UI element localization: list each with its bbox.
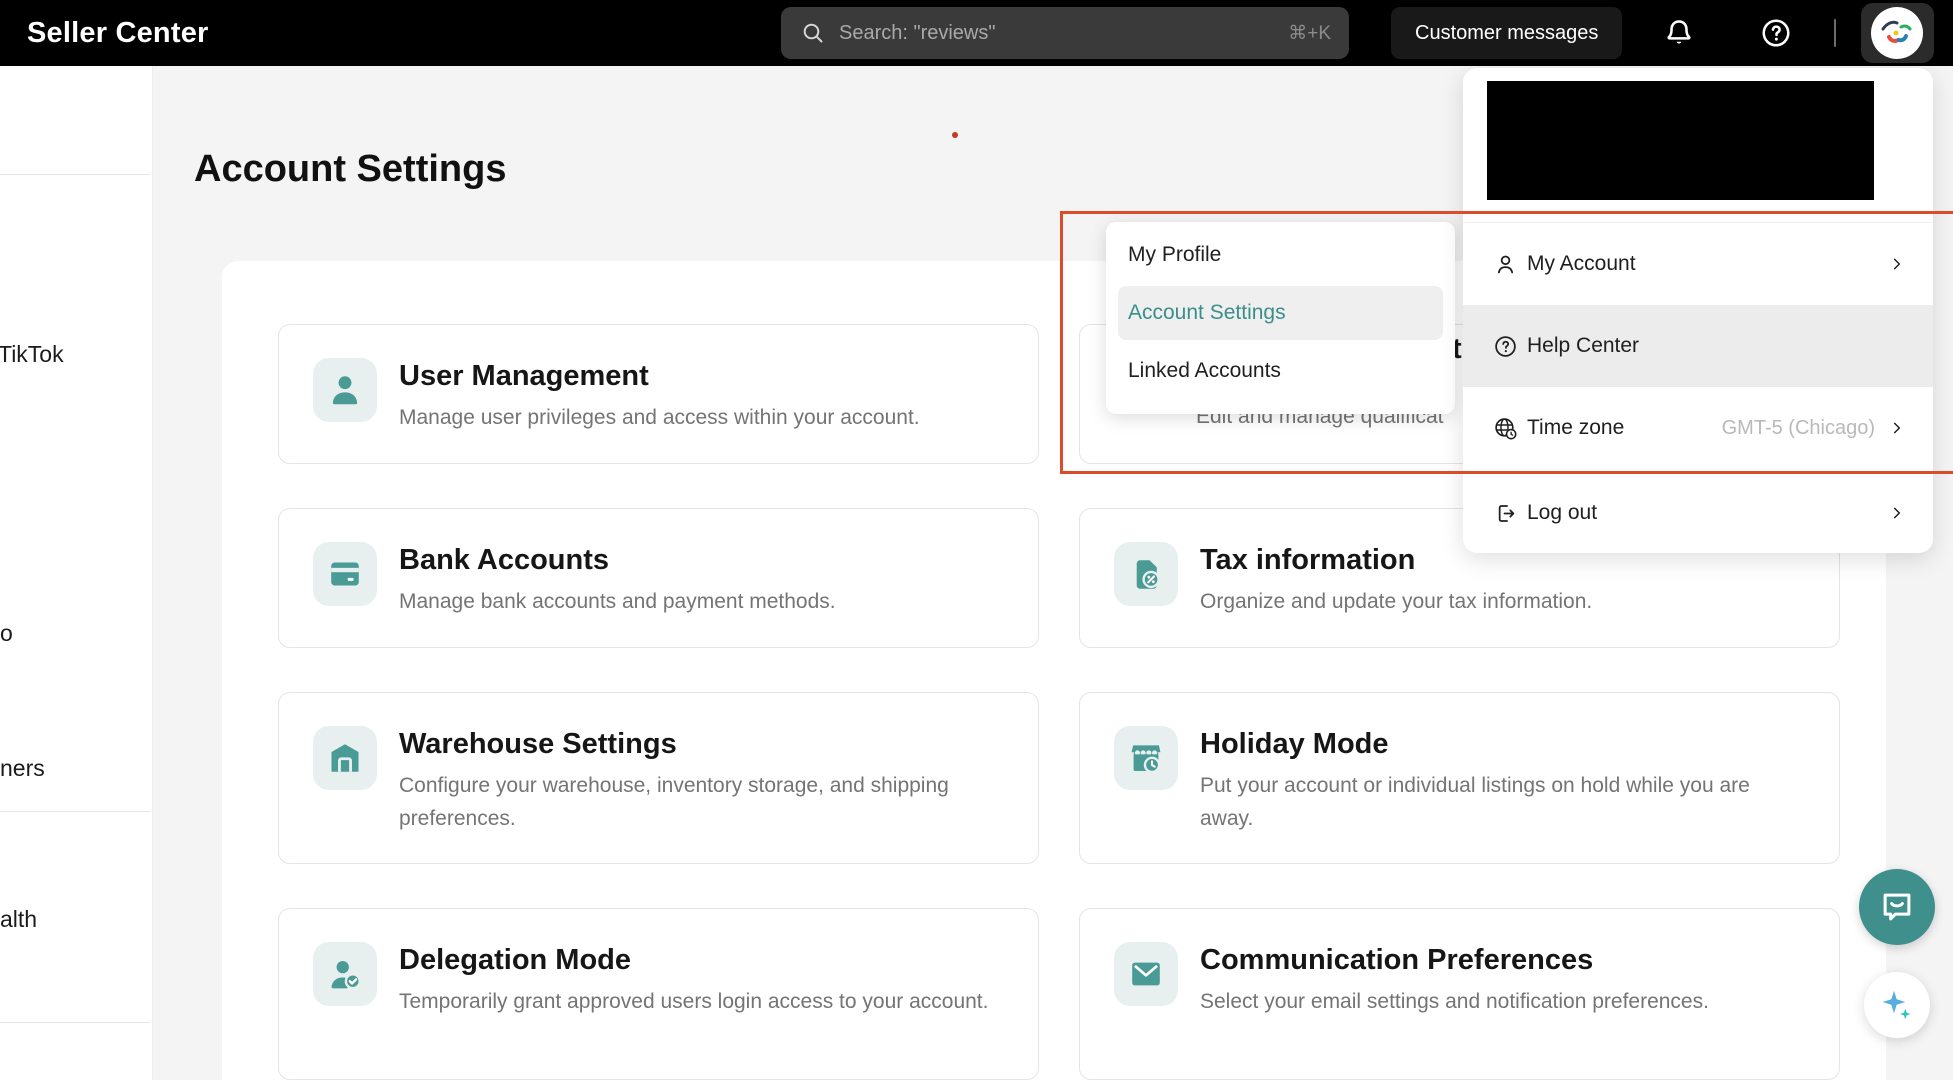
card-description: Manage bank accounts and payment methods… [399,590,836,613]
chevron-right-icon [1889,256,1905,272]
card-description: Configure your warehouse, inventory stor… [399,774,949,830]
search-placeholder: Search: "reviews" [839,21,996,44]
tax-information-icon [1114,542,1178,606]
logout-icon [1492,500,1518,526]
card-title: Bank Accounts [399,544,610,576]
redacted-account-info [1487,81,1874,200]
sidebar-item-partners[interactable]: ners [0,755,45,782]
search-input[interactable]: Search: "reviews" ⌘+K [781,7,1349,59]
card-user-management[interactable]: User Management Manage user privileges a… [278,324,1039,464]
page-title: Account Settings [194,148,507,190]
help-button[interactable] [1759,16,1793,50]
profile-avatar-button[interactable] [1861,3,1934,63]
card-holiday-mode[interactable]: Holiday Mode Put your account or individ… [1079,692,1840,864]
card-communication-preferences[interactable]: Communication Preferences Select your em… [1079,908,1840,1080]
ai-assistant-button[interactable] [1864,972,1930,1038]
holiday-mode-icon [1114,726,1178,790]
account-menu-panel: My Account Help Center Time zone GMT-5 (… [1463,68,1933,553]
menu-label: Help Center [1527,334,1640,357]
card-description: Select your email settings and notificat… [1200,990,1709,1013]
menu-label: Time zone [1527,416,1625,439]
menu-label: Log out [1527,501,1598,524]
sidebar-item-account-health[interactable]: alth [0,906,37,933]
card-description: Organize and update your tax information… [1200,590,1593,613]
chat-support-button[interactable] [1859,869,1935,945]
app-title: Seller Center [27,17,209,49]
sparkle-icon [1882,990,1911,1020]
search-shortcut: ⌘+K [1288,22,1331,44]
menu-item-linked-accounts[interactable]: Linked Accounts [1106,342,1455,400]
time-zone-value: GMT-5 (Chicago) [1721,416,1875,439]
customer-messages-label: Customer messages [1415,21,1599,44]
notifications-bell-button[interactable] [1662,16,1696,50]
left-sidebar: TikTok o ners alth [0,66,153,1080]
seller-center-page: Seller Center Search: "reviews" ⌘+K Cust… [0,0,1953,1080]
avatar [1871,7,1923,59]
chat-icon [1883,893,1911,921]
menu-item-time-zone[interactable]: Time zone GMT-5 (Chicago) [1463,387,1933,469]
sidebar-divider [0,811,150,812]
card-title: Holiday Mode [1200,728,1389,760]
menu-item-help-center[interactable]: Help Center [1463,305,1933,387]
chevron-right-icon [1889,505,1905,521]
sidebar-item-tiktok[interactable]: TikTok [0,341,64,368]
sidebar-divider [0,1022,150,1023]
sidebar-item-fragment[interactable]: o [0,620,13,647]
profile-dropdown-menu: My Profile Account Settings Linked Accou… [1106,222,1455,414]
top-header: Seller Center Search: "reviews" ⌘+K Cust… [0,0,1953,66]
delegation-mode-icon [313,942,377,1006]
card-description: Temporarily grant approved users login a… [399,990,989,1013]
communication-preferences-icon [1114,942,1178,1006]
bank-accounts-icon [313,542,377,606]
card-title: User Management [399,360,649,392]
menu-item-log-out[interactable]: Log out [1463,472,1933,553]
card-title: Delegation Mode [399,944,632,976]
question-circle-icon [1762,19,1790,47]
menu-label: My Account [1527,252,1636,275]
warehouse-settings-icon [313,726,377,790]
card-title: Communication Preferences [1200,944,1594,976]
menu-item-my-profile[interactable]: My Profile [1106,226,1455,284]
header-divider [1834,19,1836,47]
search-icon [801,21,825,45]
card-bank-accounts[interactable]: Bank Accounts Manage bank accounts and p… [278,508,1039,648]
customer-messages-button[interactable]: Customer messages [1391,7,1623,59]
sidebar-divider [0,174,150,175]
card-delegation-mode[interactable]: Delegation Mode Temporarily grant approv… [278,908,1039,1080]
user-management-icon [313,358,377,422]
annotation-dot [952,132,958,138]
bell-icon [1667,20,1691,44]
chevron-right-icon [1889,420,1905,436]
globe-clock-icon [1492,415,1518,441]
menu-item-my-account[interactable]: My Account [1463,223,1933,305]
card-description: Put your account or individual listings … [1200,774,1750,830]
card-description: Manage user privileges and access within… [399,406,920,429]
menu-item-account-settings[interactable]: Account Settings [1118,286,1443,340]
card-warehouse-settings[interactable]: Warehouse Settings Configure your wareho… [278,692,1039,864]
card-title: Warehouse Settings [399,728,677,760]
person-icon [1492,251,1518,277]
question-circle-icon [1492,333,1518,359]
